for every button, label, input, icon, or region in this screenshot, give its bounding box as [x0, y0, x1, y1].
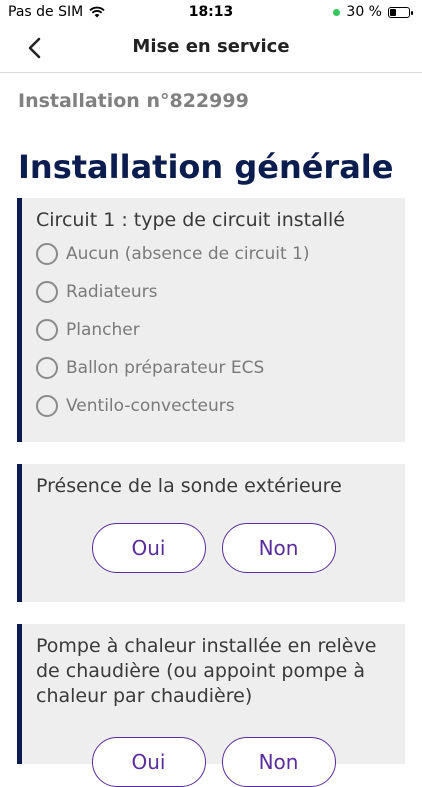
status-right: 30 % [333, 4, 413, 20]
radio-label: Radiateurs [66, 282, 158, 302]
nav-bar: Mise en service [0, 24, 422, 73]
radio-button[interactable] [36, 243, 58, 265]
radio-label: Aucun (absence de circuit 1) [66, 244, 310, 264]
sonde-buttons: Oui Non [36, 523, 405, 573]
radio-label: Ventilo-convecteurs [66, 396, 235, 416]
installation-number: Installation n°822999 [18, 90, 249, 112]
circuit-type-card: Circuit 1 : type de circuit installé Auc… [17, 198, 405, 442]
sonde-question: Présence de la sonde extérieure [36, 475, 342, 497]
status-bar: Pas de SIM 18:13 30 % [0, 0, 422, 24]
radio-button[interactable] [36, 281, 58, 303]
radio-option-radiateurs[interactable]: Radiateurs [36, 273, 405, 311]
pac-card: Pompe à chaleur installée en relève de c… [17, 624, 405, 787]
radio-label: Plancher [66, 320, 140, 340]
circuit-type-options: Aucun (absence de circuit 1) Radiateurs … [36, 235, 405, 425]
battery-icon [388, 6, 413, 18]
battery-percent: 30 % [346, 4, 382, 20]
radio-option-aucun[interactable]: Aucun (absence de circuit 1) [36, 235, 405, 273]
radio-option-ventilo-convecteurs[interactable]: Ventilo-convecteurs [36, 387, 405, 425]
radio-label: Ballon préparateur ECS [66, 358, 265, 378]
pac-question: Pompe à chaleur installée en relève de c… [36, 635, 377, 707]
circuit-type-question: Circuit 1 : type de circuit installé [36, 209, 345, 231]
page-title: Mise en service [132, 36, 290, 57]
section-title: Installation générale [18, 148, 394, 186]
radio-button[interactable] [36, 319, 58, 341]
radio-option-plancher[interactable]: Plancher [36, 311, 405, 349]
non-button[interactable]: Non [221, 523, 336, 573]
radio-option-ballon-ecs[interactable]: Ballon préparateur ECS [36, 349, 405, 387]
radio-button[interactable] [36, 357, 58, 379]
radio-button[interactable] [36, 395, 58, 417]
oui-button[interactable]: Oui [91, 523, 206, 573]
sonde-card: Présence de la sonde extérieure Oui Non [17, 464, 405, 602]
privacy-indicator-icon [333, 8, 341, 16]
pac-buttons: Oui Non [36, 737, 405, 787]
non-button[interactable]: Non [221, 737, 336, 787]
oui-button[interactable]: Oui [91, 737, 206, 787]
